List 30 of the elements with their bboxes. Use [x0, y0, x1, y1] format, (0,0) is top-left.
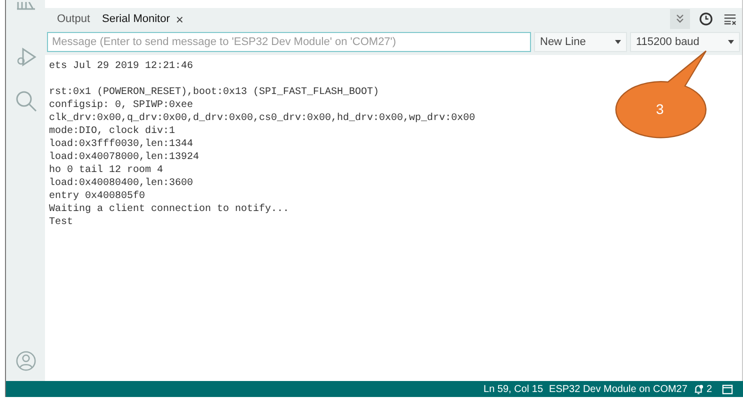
output-line: load:0x40078000,len:13924	[49, 152, 200, 163]
panel-toggle-icon[interactable]	[722, 384, 733, 394]
line-ending-dropdown[interactable]: New Line	[534, 32, 627, 52]
output-line: load:0x40080400,len:3600	[49, 178, 194, 189]
notification-icon[interactable]	[693, 384, 704, 394]
debug-icon[interactable]	[14, 46, 36, 68]
search-icon[interactable]	[14, 90, 36, 112]
account-icon[interactable]	[16, 351, 36, 371]
output-line: ets Jul 29 2019 12:21:46	[49, 61, 194, 72]
output-line: rst:0x1 (POWERON_RESET),boot:0x13 (SPI_FAST_FLASH_BOOT)	[49, 87, 380, 98]
board-status: ESP32 Dev Module on COM27	[549, 384, 688, 394]
output-line: ho 0 tail 12 room 4	[49, 165, 164, 176]
callout-label: 3	[656, 101, 664, 117]
output-line: mode:DIO, clock div:1	[49, 126, 176, 137]
output-line: entry 0x400805f0	[49, 191, 146, 202]
output-line: configsip: 0, SPIWP:0xee	[49, 100, 194, 111]
message-field[interactable]: Message (Enter to send message to 'ESP32 Dev Module' on 'COM27')	[47, 32, 531, 52]
baud-rate-dropdown[interactable]: 115200 baud	[630, 32, 740, 52]
output-line: Test	[49, 217, 74, 228]
panel-tab[interactable]: Serial Monitor	[96, 13, 176, 25]
close-icon[interactable]: ×	[176, 12, 184, 26]
panel-tab[interactable]: Output	[51, 13, 96, 25]
library-icon[interactable]	[16, 2, 36, 10]
clock-icon[interactable]	[698, 11, 714, 27]
cursor-position: Ln 59, Col 15	[484, 384, 544, 394]
output-line: clk_drv:0x00,q_drv:0x00,d_drv:0x00,cs0_drv:0x00,hd_drv:0x00,wp_drv:0x00	[49, 113, 476, 124]
autoscroll-icon[interactable]	[670, 9, 690, 29]
output-line: load:0x3fff0030,len:1344	[49, 139, 194, 150]
notification-count: 2	[706, 384, 712, 394]
output-line: Waiting a client connection to notify...	[49, 204, 290, 215]
